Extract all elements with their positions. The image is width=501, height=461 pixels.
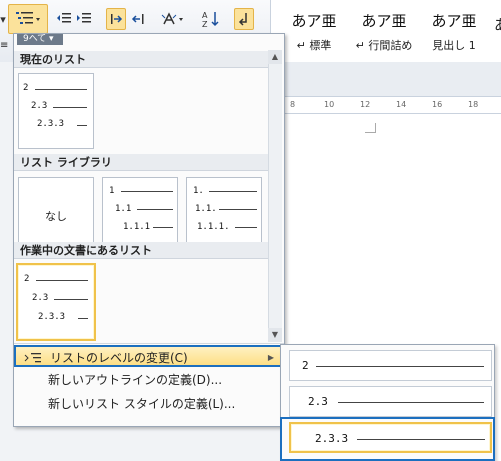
- dropdown-arrow-icon[interactable]: ▾: [0, 8, 6, 30]
- list-level-icon: [24, 353, 41, 363]
- level-line: [153, 227, 173, 228]
- rtl-button[interactable]: [128, 8, 148, 30]
- current-list-thumbnail[interactable]: 2 2.3 2.3.3: [18, 73, 94, 149]
- decrease-indent-button[interactable]: [55, 8, 73, 30]
- level-label: 1.1.1.: [197, 222, 230, 232]
- level-line: [121, 191, 173, 192]
- level-line: [53, 107, 87, 108]
- show-marks-icon: [238, 13, 247, 26]
- style-preview: あア亜: [431, 12, 477, 30]
- margin-mark: [365, 132, 375, 133]
- style-normal[interactable]: あア亜 ↵ 標準: [278, 10, 350, 55]
- level-line: [36, 280, 88, 281]
- level-label: 2.3: [32, 293, 49, 303]
- level-line: [35, 89, 87, 90]
- submenu-arrow-icon: ▶: [267, 353, 274, 362]
- change-list-level-menu-item[interactable]: リストのレベルの変更(C) ▶: [14, 345, 284, 367]
- style-name: 見出し 1: [432, 39, 476, 52]
- multilevel-list-icon: [16, 12, 40, 24]
- ruler-mark: 8: [290, 100, 296, 109]
- submenu-level-2[interactable]: 2.3: [289, 386, 492, 417]
- sort-icon: AZ: [202, 11, 219, 28]
- scroll-up-icon[interactable]: ▲: [268, 50, 282, 64]
- margin-mark: [375, 123, 376, 133]
- tooltip-tab: 9へて ▾: [17, 34, 63, 45]
- level-label: 1.1: [115, 204, 132, 214]
- increase-indent-button[interactable]: [75, 8, 93, 30]
- level-line: [54, 299, 88, 300]
- menu-label: 新しいアウトラインの定義(D)...: [48, 373, 223, 387]
- style-no-spacing[interactable]: あア亜 ↵ 行間詰め: [348, 10, 420, 55]
- svg-text:A: A: [202, 11, 208, 20]
- style-name: ↵ 標準: [296, 39, 332, 52]
- menu-label: リストのレベルの変更(C): [50, 351, 188, 365]
- level-line: [77, 125, 87, 126]
- ltr-button[interactable]: [106, 8, 126, 30]
- menu-divider: [14, 343, 284, 344]
- sort-button[interactable]: AZ: [200, 8, 222, 30]
- level-label: 2: [302, 359, 309, 372]
- menu-label: 新しいリスト スタイルの定義(L)...: [48, 397, 236, 411]
- style-preview: あア亜: [291, 12, 337, 30]
- level-line: [137, 209, 173, 210]
- section-document-lists: 作業中の文書にあるリスト: [14, 242, 268, 259]
- level-label: 2.3.3: [37, 119, 65, 129]
- level-label: 2: [24, 274, 30, 284]
- panel-scrollbar[interactable]: [268, 50, 282, 342]
- multilevel-list-button[interactable]: [8, 4, 48, 34]
- level-line: [338, 402, 484, 403]
- left-edge-icon: ≡: [0, 40, 9, 51]
- asian-layout-button[interactable]: [160, 8, 186, 30]
- section-list-library: リスト ライブラリ: [14, 154, 268, 171]
- ltr-icon: [111, 14, 123, 24]
- document-list-thumbnail[interactable]: 2 2.3 2.3.3: [16, 263, 96, 341]
- horizontal-ruler[interactable]: 8 10 12 14 16 18: [284, 96, 501, 114]
- define-list-style-menu-item[interactable]: 新しいリスト スタイルの定義(L)...: [14, 393, 284, 415]
- rtl-icon: [131, 14, 144, 24]
- none-label: なし: [45, 210, 67, 223]
- level-label: 2: [23, 83, 29, 93]
- submenu-selection-outline: [280, 417, 495, 461]
- asian-layout-icon: [161, 12, 183, 25]
- tooltip-label: 9へて: [23, 34, 47, 44]
- decrease-indent-icon: [57, 13, 71, 23]
- ruler-mark: 10: [324, 100, 335, 109]
- level-label: 1.: [193, 186, 204, 196]
- level-label: 2.3: [31, 101, 48, 111]
- show-marks-button[interactable]: [234, 8, 254, 30]
- section-current-list: 現在のリスト: [14, 51, 268, 68]
- scroll-down-icon[interactable]: ▼: [268, 328, 282, 342]
- level-label: 2.3: [308, 395, 328, 408]
- style-heading-1[interactable]: あア亜 見出し 1: [418, 10, 490, 55]
- style-name: ↵ 行間詰め: [355, 39, 413, 52]
- ruler-mark: 16: [432, 100, 443, 109]
- level-line: [78, 318, 88, 319]
- style-preview: あア亜: [361, 12, 407, 30]
- level-label: 1.1.1: [123, 222, 151, 232]
- level-label: 1: [109, 186, 115, 196]
- submenu-level-1[interactable]: 2: [289, 350, 492, 381]
- define-outline-menu-item[interactable]: 新しいアウトラインの定義(D)...: [14, 369, 284, 391]
- level-line: [316, 366, 484, 367]
- ribbon-lower-area: [284, 62, 501, 96]
- gallery-next-partial: あ: [494, 14, 501, 54]
- ruler-mark: 12: [360, 100, 371, 109]
- level-label: 2.3.3: [38, 312, 66, 322]
- level-line: [219, 209, 257, 210]
- level-line: [209, 191, 257, 192]
- level-line: [235, 227, 257, 228]
- increase-indent-icon: [77, 13, 91, 23]
- svg-text:Z: Z: [202, 20, 208, 28]
- level-label: 1.1.: [195, 204, 217, 214]
- ruler-mark: 18: [468, 100, 479, 109]
- ruler-mark: 14: [396, 100, 407, 109]
